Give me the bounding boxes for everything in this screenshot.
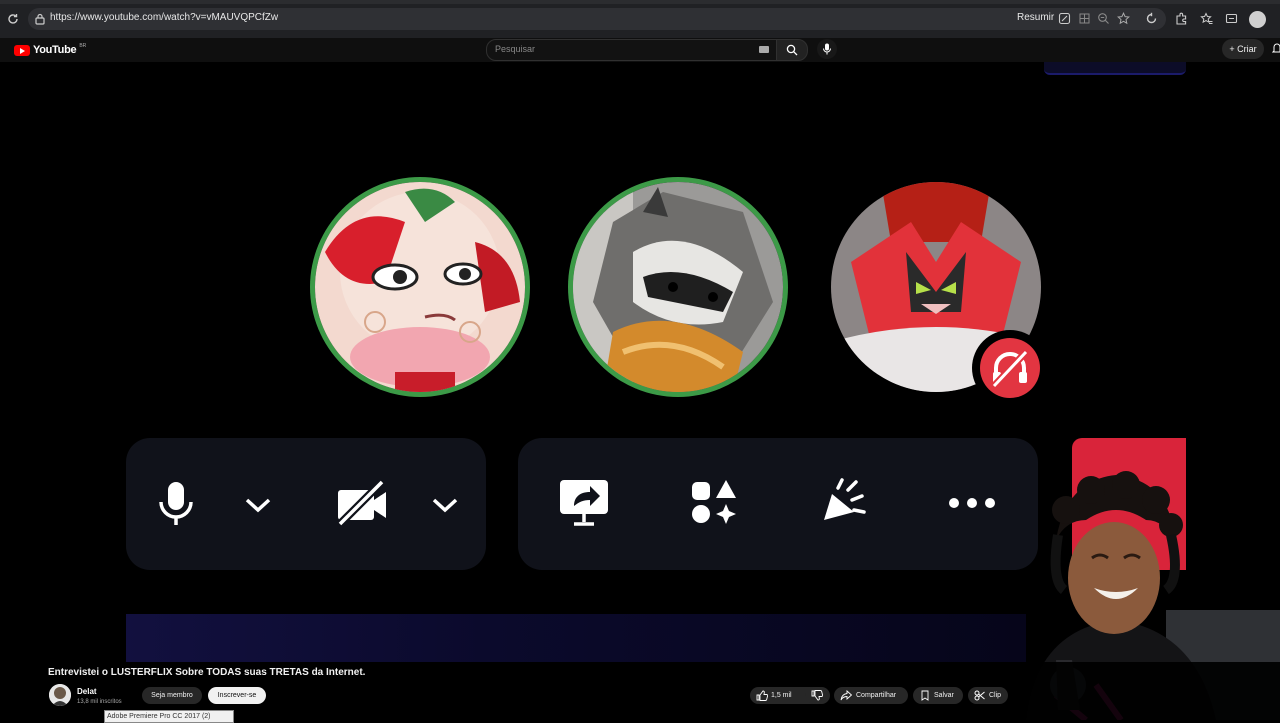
mic-icon <box>823 43 831 55</box>
extensions-icon[interactable] <box>1174 12 1188 26</box>
star-icon[interactable] <box>1117 12 1130 30</box>
participant-avatar-raccoon <box>573 182 783 392</box>
youtube-header: YouTube BR Pesquisar + Criar <box>0 38 1280 62</box>
clip-button[interactable]: Clip <box>968 687 1008 704</box>
url-text[interactable]: https://www.youtube.com/watch?v=vMAUVQPC… <box>50 12 278 23</box>
search-icon <box>786 44 798 56</box>
participant-avatar-pink <box>315 182 525 392</box>
headphones-muted-icon <box>991 349 1029 389</box>
profile-icon[interactable] <box>1249 11 1266 28</box>
camera-off-icon[interactable] <box>334 480 390 528</box>
thumbs-up-icon <box>756 690 768 701</box>
plus-icon: + <box>1229 44 1238 54</box>
youtube-logo[interactable]: YouTube BR <box>14 43 86 57</box>
reading-icon[interactable] <box>1058 12 1071 30</box>
share-button[interactable]: Compartilhar <box>834 687 908 704</box>
channel-name[interactable]: Delat <box>77 687 97 696</box>
chevron-down-icon[interactable] <box>431 496 459 514</box>
search-placeholder: Pesquisar <box>495 44 536 54</box>
soundboard-icon[interactable] <box>818 478 870 528</box>
top-banner <box>1044 62 1186 75</box>
search-input[interactable]: Pesquisar <box>486 39 778 61</box>
save-button[interactable]: Salvar <box>913 687 963 704</box>
share-label: Compartilhar <box>856 692 897 699</box>
create-label: Criar <box>1237 44 1257 54</box>
more-options-icon[interactable] <box>946 496 998 510</box>
video-info-bar: Entrevistei o LUSTERFLIX Sobre TODAS sua… <box>0 662 1280 723</box>
collections-icon[interactable] <box>1224 12 1238 26</box>
create-button[interactable]: + Criar <box>1222 39 1264 59</box>
microphone-icon[interactable] <box>156 480 196 528</box>
search-button[interactable] <box>776 39 808 61</box>
join-button[interactable]: Seja membro <box>142 687 202 704</box>
grid-icon[interactable] <box>1078 12 1091 30</box>
share-icon <box>840 690 852 701</box>
lock-icon[interactable] <box>34 12 48 26</box>
like-count: 1,5 mil <box>771 692 792 699</box>
reload-icon[interactable] <box>4 11 22 29</box>
dislike-button[interactable] <box>805 687 827 704</box>
clip-label: Clip <box>989 692 1002 699</box>
youtube-play-icon <box>14 44 30 56</box>
deafened-badge <box>972 330 1048 406</box>
refresh-icon[interactable] <box>1144 12 1158 26</box>
favorites-icon[interactable] <box>1199 12 1213 26</box>
screen-share-icon[interactable] <box>558 478 610 528</box>
subscribe-button[interactable]: Inscrever-se <box>208 687 266 704</box>
keyboard-icon[interactable] <box>759 46 769 53</box>
stream-banner <box>126 614 1026 662</box>
summarize-button[interactable]: Resumir <box>1017 12 1054 23</box>
region-badge: BR <box>79 43 87 49</box>
subscriber-count: 13,8 mil inscritos <box>77 699 122 705</box>
taskbar-tooltip: Adobe Premiere Pro CC 2017 (2) <box>104 710 234 723</box>
activities-icon[interactable] <box>688 478 740 528</box>
address-bar[interactable]: https://www.youtube.com/watch?v=vMAUVQPC… <box>28 8 1166 30</box>
voice-search-button[interactable] <box>817 39 837 59</box>
browser-toolbar: https://www.youtube.com/watch?v=vMAUVQPC… <box>0 0 1280 38</box>
zoom-icon[interactable] <box>1097 12 1110 30</box>
channel-avatar[interactable] <box>49 684 71 706</box>
tab-strip <box>0 0 1280 4</box>
bookmark-icon <box>921 690 929 701</box>
notifications-icon[interactable] <box>1272 42 1280 56</box>
video-title: Entrevistei o LUSTERFLIX Sobre TODAS sua… <box>48 667 366 678</box>
youtube-wordmark: YouTube <box>33 44 77 56</box>
save-label: Salvar <box>934 692 954 699</box>
thumbs-down-icon <box>811 690 823 701</box>
scissors-icon <box>974 690 985 701</box>
chevron-down-icon[interactable] <box>244 496 272 514</box>
audio-video-controls <box>126 438 486 570</box>
call-actions-panel <box>518 438 1038 570</box>
